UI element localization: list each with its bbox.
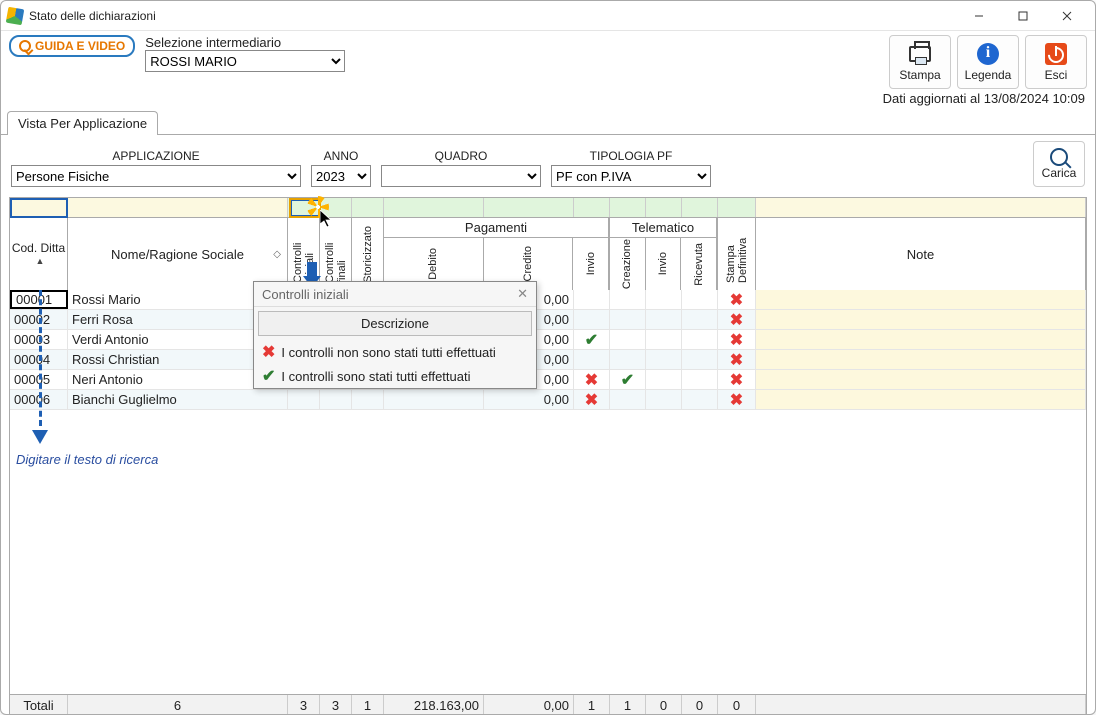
power-icon: [1045, 43, 1067, 65]
filter-quadro-label: QUADRO: [435, 149, 488, 163]
last-updated-text: Dati aggiornati al 13/08/2024 10:09: [1, 91, 1095, 110]
filter-anno: ANNO 2023: [311, 149, 371, 187]
col-stampa-def-header[interactable]: Stampa Definitiva: [723, 221, 751, 287]
applicazione-select[interactable]: Persone Fisiche: [11, 165, 301, 187]
col-controlli-finali-header[interactable]: Controlli finali: [322, 221, 350, 287]
filter-applicazione: APPLICAZIONE Persone Fisiche: [11, 149, 301, 187]
col-debito-header[interactable]: Debito: [425, 244, 441, 284]
check-icon: ✔: [621, 370, 634, 390]
stampa-button[interactable]: Stampa: [889, 35, 951, 89]
x-icon: ✖: [585, 370, 598, 390]
col-ricevuta-header[interactable]: Ricevuta: [691, 239, 707, 290]
click-burst-icon: [307, 196, 329, 218]
col-pagamenti-group-header: Pagamenti: [384, 218, 609, 238]
col-cod-header[interactable]: Cod. Ditta: [12, 242, 65, 255]
tab-vista-applicazione[interactable]: Vista Per Applicazione: [7, 111, 158, 135]
x-icon: ✖: [585, 390, 598, 410]
window-controls: [957, 2, 1089, 30]
totals-count: 6: [68, 695, 288, 715]
popup-row-fail-text: I controlli non sono stati tutti effettu…: [281, 345, 495, 360]
magnifier-icon: [1050, 148, 1068, 166]
col-invio-pag-header[interactable]: Invio: [583, 248, 599, 279]
popup-title-text: Controlli iniziali: [262, 287, 349, 302]
filter-anno-label: ANNO: [324, 149, 359, 163]
table-row: 00003 Verdi Antonio 0,00 ✔ ✖: [10, 330, 1086, 350]
filter-tipo-label: TIPOLOGIA PF: [590, 149, 673, 163]
col-storicizzato-header[interactable]: Storicizzato: [360, 222, 376, 287]
close-button[interactable]: [1045, 2, 1089, 30]
carica-button[interactable]: Carica: [1033, 141, 1085, 187]
grid-body[interactable]: 00001 Rossi Mario 0,00 ✖ 00002 Ferri Ros…: [10, 290, 1086, 694]
x-icon: ✖: [730, 350, 743, 370]
col-note-header[interactable]: Note: [907, 247, 934, 262]
table-row: 00002 Ferri Rosa 0,00 ✖: [10, 310, 1086, 330]
intermediario-label: Selezione intermediario: [145, 35, 345, 50]
guida-label: GUIDA E VIDEO: [35, 39, 125, 53]
col-nome-header[interactable]: Nome/Ragione Sociale: [111, 247, 244, 262]
window-title: Stato delle dichiarazioni: [29, 9, 156, 23]
guida-video-button[interactable]: GUIDA E VIDEO: [9, 35, 135, 57]
search-hint-text: Digitare il testo di ricerca: [14, 448, 160, 471]
esci-label: Esci: [1045, 68, 1068, 82]
x-icon: ✖: [730, 390, 743, 410]
sort-asc-icon: ▲: [36, 256, 45, 266]
col-credito-header[interactable]: Credito: [520, 242, 536, 285]
app-icon: [7, 8, 23, 24]
filter-quadro: QUADRO: [381, 149, 541, 187]
check-icon: ✔: [262, 366, 275, 386]
table-row: 00006 Bianchi Guglielmo 0,00 ✖ ✖: [10, 390, 1086, 410]
minimize-button[interactable]: [957, 2, 1001, 30]
info-icon: [977, 43, 999, 65]
filter-bar: APPLICAZIONE Persone Fisiche ANNO 2023 Q…: [1, 135, 1095, 197]
totals-row: Totali 6 3 3 1 218.163,00 0,00 1 1 0 0 0: [10, 694, 1086, 715]
x-icon: ✖: [730, 370, 743, 390]
dashed-guide-line: [39, 290, 42, 426]
popup-desc-header: Descrizione: [258, 311, 532, 336]
intermediario-select[interactable]: ROSSI MARIO: [145, 50, 345, 72]
x-icon: ✖: [730, 310, 743, 330]
popup-row-fail: ✖ I controlli non sono stati tutti effet…: [254, 340, 536, 364]
table-row: 00004 Rossi Christian 0,00 ✖: [10, 350, 1086, 370]
popup-titlebar[interactable]: Controlli iniziali ✕: [254, 282, 536, 307]
carica-label: Carica: [1042, 166, 1077, 180]
popup-row-ok: ✔ I controlli sono stati tutti effettuat…: [254, 364, 536, 388]
table-row: 00001 Rossi Mario 0,00 ✖: [10, 290, 1086, 310]
x-icon: ✖: [262, 342, 275, 362]
data-grid: Cod. Ditta ▲ Nome/Ragione Sociale ◇ Cont…: [9, 197, 1087, 715]
sort-diamond-icon: ◇: [273, 249, 281, 260]
printer-icon: [909, 46, 931, 62]
maximize-button[interactable]: [1001, 2, 1045, 30]
tipologia-select[interactable]: PF con P.IVA: [551, 165, 711, 187]
anno-select[interactable]: 2023: [311, 165, 371, 187]
filter-app-label: APPLICAZIONE: [112, 149, 199, 163]
intermediario-group: Selezione intermediario ROSSI MARIO: [145, 35, 345, 72]
table-row: 00005 Neri Antonio 0,00 ✖ ✔ ✖: [10, 370, 1086, 390]
legenda-button[interactable]: Legenda: [957, 35, 1019, 89]
check-icon: ✔: [585, 330, 598, 350]
titlebar: Stato delle dichiarazioni: [1, 1, 1095, 31]
quadro-select[interactable]: [381, 165, 541, 187]
highlight-box: [10, 198, 68, 218]
esci-button[interactable]: Esci: [1025, 35, 1087, 89]
col-invio-tel-header[interactable]: Invio: [655, 248, 671, 279]
legend-popup: Controlli iniziali ✕ Descrizione ✖ I con…: [253, 281, 537, 389]
popup-row-ok-text: I controlli sono stati tutti effettuati: [281, 369, 470, 384]
stampa-label: Stampa: [899, 68, 940, 82]
totals-label: Totali: [10, 695, 68, 715]
search-icon: [19, 40, 31, 52]
legenda-label: Legenda: [965, 68, 1012, 82]
col-creazione-header[interactable]: Creazione: [619, 235, 635, 293]
grid-filter-row[interactable]: [10, 198, 1086, 218]
filter-tipologia: TIPOLOGIA PF PF con P.IVA: [551, 149, 711, 187]
x-icon: ✖: [730, 290, 743, 310]
arrow-down-icon: [32, 430, 48, 447]
top-toolbar: GUIDA E VIDEO Selezione intermediario RO…: [1, 31, 1095, 91]
tab-strip: Vista Per Applicazione: [1, 110, 1095, 135]
right-toolbar-buttons: Stampa Legenda Esci: [889, 35, 1087, 89]
popup-close-button[interactable]: ✕: [517, 286, 528, 302]
x-icon: ✖: [730, 330, 743, 350]
